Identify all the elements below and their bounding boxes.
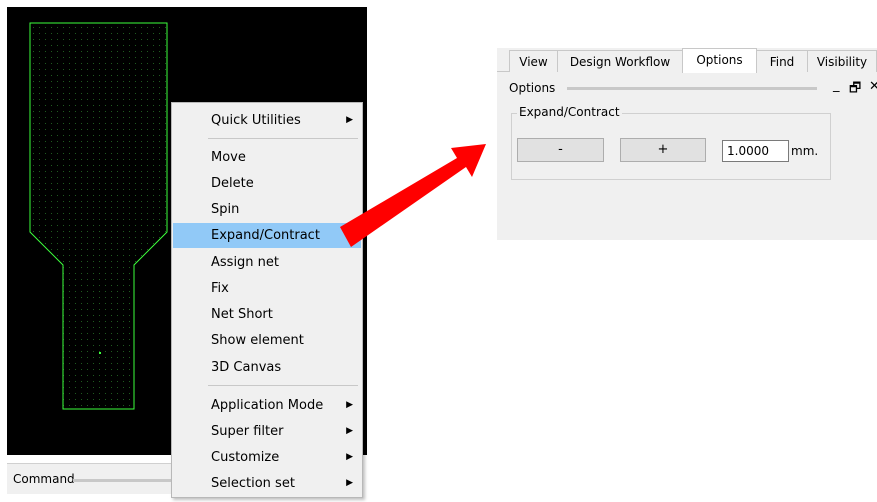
expand-amount-input[interactable] bbox=[722, 140, 789, 162]
menu-item-show-element[interactable]: Show element bbox=[173, 328, 361, 353]
pcb-shape[interactable] bbox=[29, 22, 168, 410]
command-label: Command bbox=[13, 472, 75, 486]
menu-item-customize[interactable]: Customize ▶ bbox=[173, 445, 361, 470]
chevron-right-icon: ▶ bbox=[346, 115, 353, 125]
chevron-right-icon: ▶ bbox=[346, 400, 353, 410]
options-panel: View Design Workflow Options Find Visibi… bbox=[497, 48, 877, 240]
menu-item-label: Expand/Contract bbox=[211, 228, 320, 243]
menu-item-delete[interactable]: Delete bbox=[173, 171, 361, 196]
menu-item-label: Super filter bbox=[211, 424, 284, 439]
expand-button[interactable]: + bbox=[620, 138, 706, 162]
menu-item-label: Show element bbox=[211, 333, 304, 348]
tab-visibility[interactable]: Visibility bbox=[807, 50, 877, 72]
menu-item-selection-set[interactable]: Selection set ▶ bbox=[173, 471, 361, 496]
context-menu: Quick Utilities ▶ Move Delete Spin Expan… bbox=[171, 102, 363, 498]
menu-item-application-mode[interactable]: Application Mode ▶ bbox=[173, 393, 361, 418]
menu-item-fix[interactable]: Fix bbox=[173, 276, 361, 301]
menu-item-spin[interactable]: Spin bbox=[173, 197, 361, 222]
menu-item-label: Selection set bbox=[211, 476, 295, 491]
contract-button[interactable]: - bbox=[517, 138, 604, 162]
panel-title-grip[interactable] bbox=[567, 87, 817, 90]
menu-item-label: Fix bbox=[211, 281, 229, 296]
chevron-right-icon: ▶ bbox=[346, 452, 353, 462]
tab-find[interactable]: Find bbox=[756, 50, 808, 72]
command-bar: Command bbox=[7, 463, 183, 494]
menu-item-label: 3D Canvas bbox=[211, 360, 282, 375]
menu-separator bbox=[208, 385, 358, 386]
menu-item-quick-utilities[interactable]: Quick Utilities ▶ bbox=[173, 108, 361, 133]
minimize-icon[interactable]: _ bbox=[833, 78, 840, 93]
menu-item-label: Net Short bbox=[211, 307, 273, 322]
tab-strip: View Design Workflow Options Find Visibi… bbox=[497, 48, 877, 73]
group-label: Expand/Contract bbox=[517, 105, 622, 119]
menu-item-label: Assign net bbox=[211, 255, 280, 270]
tab-view[interactable]: View bbox=[509, 50, 558, 72]
close-icon[interactable]: ✕ bbox=[869, 79, 877, 94]
red-arrow-icon bbox=[340, 144, 486, 247]
status-text-cut bbox=[7, 496, 127, 502]
menu-item-3d-canvas[interactable]: 3D Canvas bbox=[173, 355, 361, 380]
shape-origin-marker bbox=[99, 352, 101, 354]
menu-item-move[interactable]: Move bbox=[173, 145, 361, 170]
menu-separator bbox=[208, 138, 358, 139]
menu-item-expand-contract[interactable]: Expand/Contract bbox=[173, 223, 361, 248]
menu-item-label: Quick Utilities bbox=[211, 113, 301, 128]
command-bar-grip bbox=[73, 479, 183, 482]
restore-icon[interactable]: 🗗 bbox=[849, 79, 861, 101]
tab-design-workflow[interactable]: Design Workflow bbox=[557, 50, 683, 72]
unit-label: mm. bbox=[791, 144, 819, 158]
menu-item-net-short[interactable]: Net Short bbox=[173, 302, 361, 327]
chevron-right-icon: ▶ bbox=[346, 478, 353, 488]
panel-title: Options bbox=[509, 81, 556, 95]
menu-item-label: Spin bbox=[211, 202, 240, 217]
menu-item-assign-net[interactable]: Assign net bbox=[173, 250, 361, 275]
menu-item-label: Application Mode bbox=[211, 398, 324, 413]
menu-item-super-filter[interactable]: Super filter ▶ bbox=[173, 419, 361, 444]
menu-item-label: Delete bbox=[211, 176, 254, 191]
menu-item-label: Customize bbox=[211, 450, 280, 465]
tab-options[interactable]: Options bbox=[682, 48, 757, 73]
menu-item-label: Move bbox=[211, 150, 246, 165]
chevron-right-icon: ▶ bbox=[346, 426, 353, 436]
